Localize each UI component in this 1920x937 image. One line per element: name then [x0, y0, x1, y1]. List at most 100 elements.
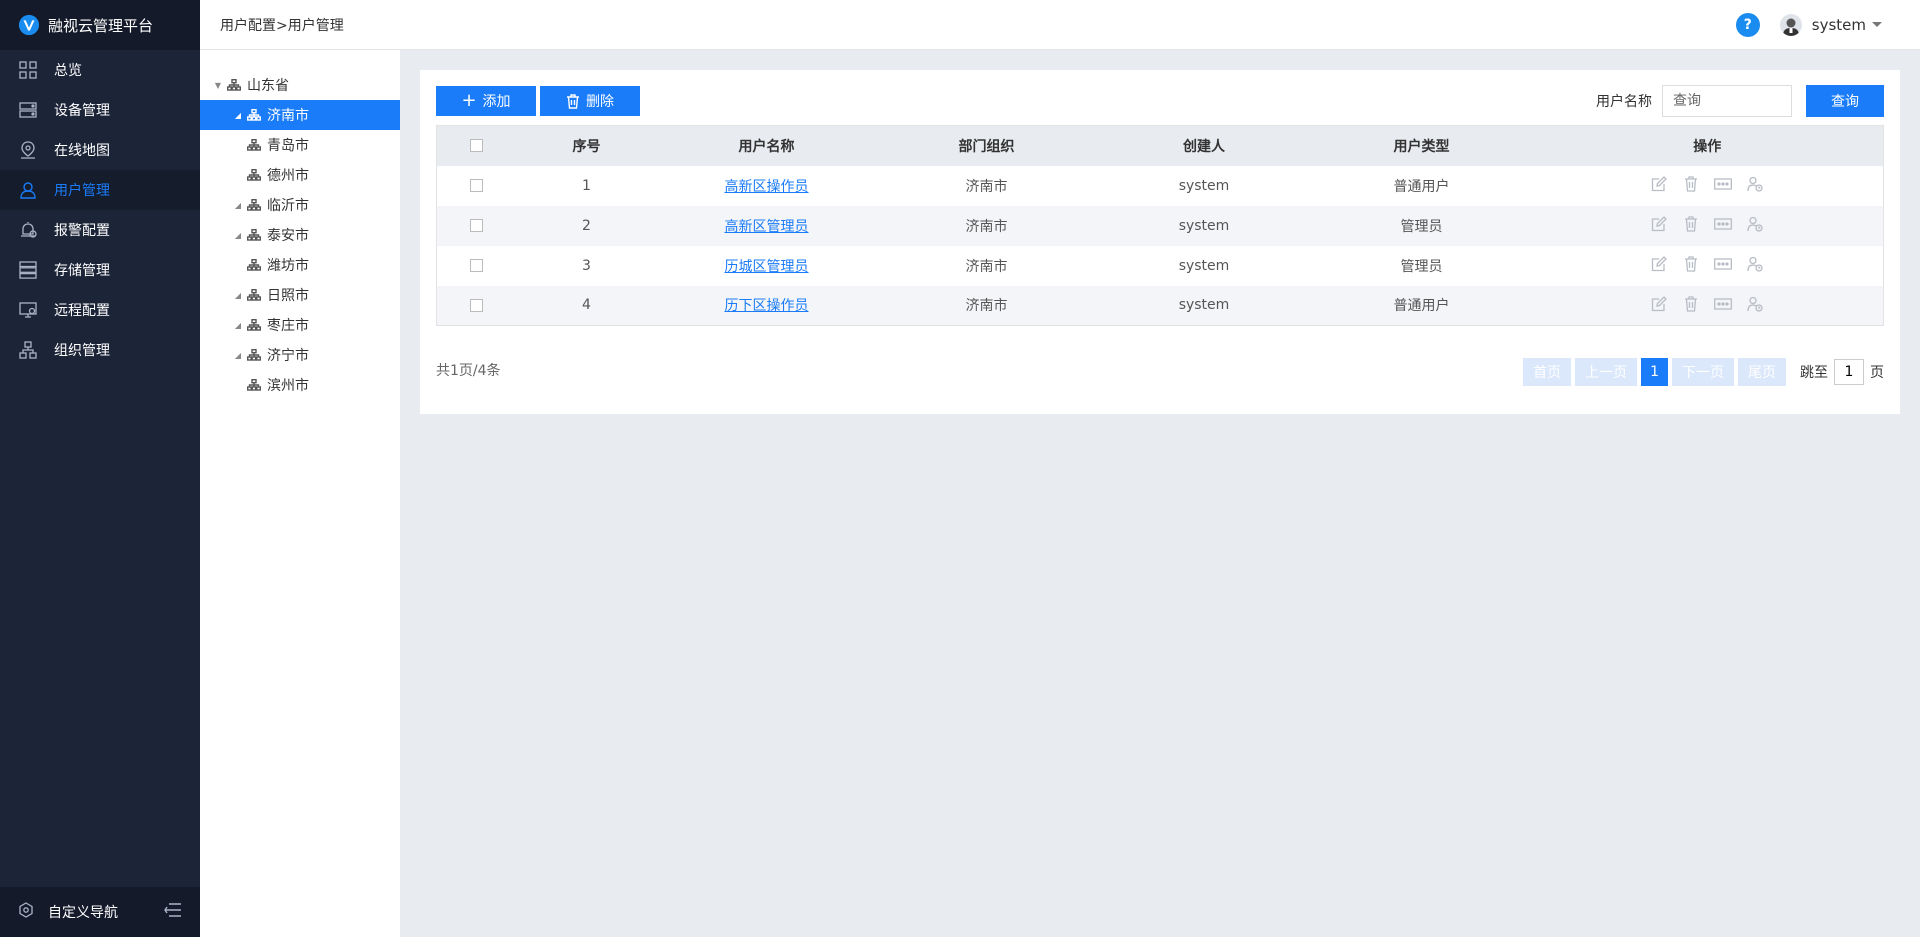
row-index: 4 — [516, 285, 657, 326]
prev-page-button[interactable]: 上一页 — [1575, 358, 1638, 386]
search-input[interactable] — [1662, 85, 1792, 117]
tree-node-label: 滨州市 — [267, 378, 309, 394]
tree-node-shandong[interactable]: ▼ 山东省 — [200, 70, 400, 100]
edit-icon[interactable] — [1650, 175, 1668, 193]
query-button[interactable]: 查询 — [1806, 85, 1884, 117]
password-icon[interactable] — [1714, 295, 1733, 313]
tree-node-label: 济宁市 — [267, 348, 309, 364]
password-icon[interactable] — [1714, 215, 1733, 233]
user-menu[interactable]: system — [1779, 13, 1882, 36]
user-name-link[interactable]: 历下区操作员 — [725, 298, 809, 314]
device-icon — [18, 100, 38, 120]
row-actions — [1650, 255, 1764, 273]
row-creator: system — [1096, 285, 1312, 326]
sidebar-item-alarm[interactable]: 报警配置 — [0, 210, 200, 250]
page-suffix: 页 — [1870, 365, 1884, 381]
sidebar-item-overview[interactable]: 总览 — [0, 50, 200, 90]
tree-node-dezhou[interactable]: 德州市 — [200, 160, 400, 190]
add-button[interactable]: + 添加 — [436, 86, 536, 116]
sidebar-item-label: 组织管理 — [54, 343, 110, 359]
grid-icon — [18, 60, 38, 80]
org-icon — [247, 199, 261, 211]
sidebar-item-label: 远程配置 — [54, 303, 110, 319]
table-header-row: 序号 用户名称 部门组织 创建人 用户类型 操作 — [436, 125, 1884, 166]
org-icon — [247, 259, 261, 271]
tree-node-label: 德州市 — [267, 168, 309, 184]
row-type: 普通用户 — [1311, 285, 1532, 326]
delete-icon[interactable] — [1682, 175, 1700, 193]
tree-node-weifang[interactable]: 潍坊市 — [200, 250, 400, 280]
user-name-link[interactable]: 历城区管理员 — [725, 259, 809, 275]
user-permission-icon[interactable] — [1746, 175, 1764, 193]
org-icon — [247, 169, 261, 181]
last-page-button[interactable]: 尾页 — [1738, 358, 1786, 386]
jump-page-input[interactable] — [1834, 359, 1864, 385]
user-permission-icon[interactable] — [1746, 215, 1764, 233]
edit-icon[interactable] — [1650, 215, 1668, 233]
expand-arrow-icon[interactable]: ◢ — [233, 291, 243, 300]
user-name-link[interactable]: 高新区管理员 — [725, 219, 809, 235]
tree-node-binzhou[interactable]: 滨州市 — [200, 370, 400, 400]
column-header: 序号 — [516, 125, 657, 166]
delete-icon[interactable] — [1682, 295, 1700, 313]
row-dept: 济南市 — [965, 178, 1008, 195]
expand-arrow-icon[interactable]: ◢ — [233, 231, 243, 240]
current-page-button[interactable]: 1 — [1641, 358, 1668, 386]
first-page-button[interactable]: 首页 — [1523, 358, 1572, 386]
row-checkbox[interactable] — [470, 219, 484, 232]
row-checkbox[interactable] — [470, 259, 484, 272]
row-type: 管理员 — [1400, 258, 1443, 275]
expand-arrow-icon[interactable]: ◢ — [233, 201, 243, 210]
org-icon — [227, 79, 241, 91]
delete-icon[interactable] — [1682, 255, 1700, 273]
edit-icon[interactable] — [1650, 255, 1668, 273]
row-type: 普通用户 — [1393, 178, 1450, 195]
gear-icon — [18, 902, 34, 922]
row-creator: system — [1178, 257, 1230, 274]
tree-node-jinan[interactable]: ◢ 济南市 — [200, 100, 400, 130]
sidebar-item-user[interactable]: 用户管理 — [0, 170, 200, 210]
user-name-link[interactable]: 高新区操作员 — [725, 179, 809, 195]
collapse-menu-icon[interactable] — [164, 903, 182, 921]
sidebar-item-label: 总览 — [54, 63, 82, 79]
org-icon — [247, 139, 261, 151]
user-permission-icon[interactable] — [1746, 255, 1764, 273]
sidebar-item-device[interactable]: 设备管理 — [0, 90, 200, 130]
jump-label: 跳至 — [1800, 365, 1828, 381]
delete-button[interactable]: 删除 — [540, 86, 640, 116]
sidebar-item-label: 报警配置 — [54, 223, 110, 239]
top-header: 用户配置>用户管理 ? system — [200, 0, 1920, 50]
chevron-down-icon — [1872, 22, 1882, 27]
edit-icon[interactable] — [1650, 295, 1668, 313]
row-checkbox[interactable] — [470, 179, 484, 192]
remote-icon — [18, 300, 38, 320]
user-icon — [18, 180, 38, 200]
tree-node-taian[interactable]: ◢ 泰安市 — [200, 220, 400, 250]
expand-arrow-icon[interactable]: ▼ — [213, 81, 223, 90]
expand-arrow-icon[interactable]: ◢ — [233, 351, 243, 360]
row-checkbox[interactable] — [470, 298, 484, 312]
help-icon[interactable]: ? — [1735, 12, 1760, 37]
custom-nav[interactable]: 自定义导航 — [0, 887, 200, 937]
password-icon[interactable] — [1714, 255, 1733, 273]
tree-node-qingdao[interactable]: 青岛市 — [200, 130, 400, 160]
app-logo[interactable]: 融视云管理平台 — [0, 0, 200, 50]
sidebar-item-map[interactable]: 在线地图 — [0, 130, 200, 170]
tree-node-jining[interactable]: ◢ 济宁市 — [200, 340, 400, 370]
tree-node-rizhao[interactable]: ◢ 日照市 — [200, 280, 400, 310]
tree-node-zaozhuang[interactable]: ◢ 枣庄市 — [200, 310, 400, 340]
tree-node-label: 泰安市 — [267, 228, 309, 244]
next-page-button[interactable]: 下一页 — [1672, 358, 1734, 386]
expand-arrow-icon[interactable]: ◢ — [233, 321, 243, 330]
avatar — [1779, 13, 1802, 36]
sidebar-item-org[interactable]: 组织管理 — [0, 330, 200, 370]
tree-node-linyi[interactable]: ◢ 临沂市 — [200, 190, 400, 220]
expand-arrow-icon[interactable]: ◢ — [233, 111, 243, 120]
sidebar-item-remote[interactable]: 远程配置 — [0, 290, 200, 330]
tree-node-label: 枣庄市 — [267, 318, 309, 334]
delete-icon[interactable] — [1682, 215, 1700, 233]
sidebar-item-storage[interactable]: 存储管理 — [0, 250, 200, 290]
password-icon[interactable] — [1714, 175, 1733, 193]
select-all-checkbox[interactable] — [470, 139, 484, 153]
user-permission-icon[interactable] — [1746, 295, 1764, 313]
